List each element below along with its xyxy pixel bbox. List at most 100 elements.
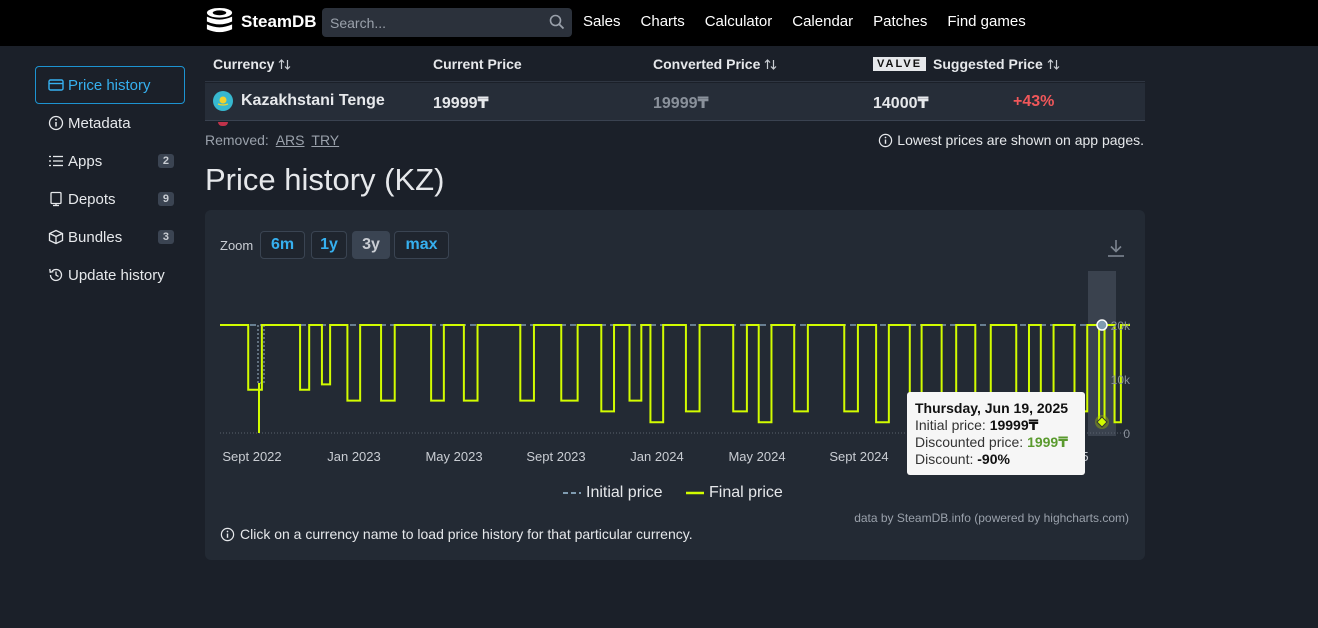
x-tick-label: May 2023 (425, 449, 482, 464)
current-price-cell: 19999₸ (433, 95, 489, 112)
nav-patches[interactable]: Patches (873, 13, 927, 30)
sidebar-item-label: Bundles (68, 228, 123, 246)
card-icon (48, 79, 64, 91)
x-tick-label: Sept 2023 (526, 449, 585, 464)
sidebar-item-depots[interactable]: Depots 9 (35, 180, 185, 218)
removed-currencies: Removed: ARS TRY (205, 132, 339, 148)
tooltip-value: -90% (977, 451, 1010, 467)
price-table: Currency Current Price Converted Price V… (205, 46, 1145, 126)
search-input[interactable] (322, 8, 572, 37)
kazakhstan-flag-icon (213, 91, 233, 111)
drive-icon (50, 191, 62, 207)
sidebar-item-apps[interactable]: Apps 2 (35, 142, 185, 180)
sidebar-item-price-history[interactable]: Price history (35, 66, 185, 104)
valve-logo: VALVE (873, 57, 927, 71)
lowest-note-text: Lowest prices are shown on app pages. (897, 132, 1144, 148)
box-icon (48, 229, 64, 245)
info-icon (220, 527, 235, 541)
top-navbar: SteamDB Sales Charts Calculator Calendar… (0, 0, 1318, 46)
count-badge: 3 (157, 230, 174, 244)
x-tick-label: Sept 2024 (829, 449, 888, 464)
legend-initial-price[interactable]: Initial price (563, 484, 662, 502)
x-tick-label: May 2024 (728, 449, 785, 464)
tooltip-value: 19999₸ (989, 417, 1039, 433)
count-badge: 9 (157, 192, 174, 206)
sort-icon (279, 58, 291, 70)
price-chart[interactable]: 0 10k 20k Sept 2022 Jan 2023 May 2023 Sept 202… (205, 210, 1145, 560)
history-icon (49, 268, 63, 282)
brand-name: SteamDB (241, 11, 317, 31)
tooltip-date: Thursday, Jun 19, 2025 (915, 400, 1069, 416)
x-tick-label: Jan 2024 (630, 449, 684, 464)
legend-final-price[interactable]: Final price (686, 484, 783, 502)
legend-label: Initial price (586, 484, 663, 501)
x-tick-label: Jan 2023 (327, 449, 381, 464)
header-label: Converted Price (653, 56, 761, 72)
sidebar-item-label: Price history (68, 76, 151, 94)
header-suggested-price[interactable]: VALVE Suggested Price (873, 56, 1060, 72)
nav-find-games[interactable]: Find games (947, 13, 1025, 30)
header-currency[interactable]: Currency (213, 56, 291, 72)
sidebar-item-bundles[interactable]: Bundles 3 (35, 218, 185, 256)
removed-currency-link[interactable]: ARS (276, 132, 305, 148)
price-diff-cell: +43% (1013, 93, 1055, 110)
nav-calculator[interactable]: Calculator (705, 13, 773, 30)
steamdb-logo-icon (206, 7, 233, 33)
sidebar-item-update-history[interactable]: Update history (35, 256, 185, 294)
currency-name[interactable]: Kazakhstani Tenge (241, 92, 385, 110)
sort-icon (764, 58, 777, 70)
solid-line-icon (686, 491, 704, 495)
list-icon (49, 155, 63, 167)
steamdb-logo[interactable]: SteamDB (204, 6, 317, 37)
nav-calendar[interactable]: Calendar (792, 13, 853, 30)
sidebar-item-label: Metadata (68, 114, 131, 132)
header-converted-price[interactable]: Converted Price (653, 56, 777, 72)
y-tick-label: 20k (1111, 319, 1131, 333)
tooltip-discounted: Discounted price: 1999₸ (915, 434, 1077, 451)
legend-label: Final price (709, 484, 783, 501)
info-icon (879, 133, 893, 147)
header-current-price[interactable]: Current Price (433, 56, 522, 72)
chart-tooltip: Thursday, Jun 19, 2025 Initial price: 19… (907, 392, 1085, 475)
tooltip-initial: Initial price: 19999₸ (915, 417, 1077, 434)
table-row[interactable]: Kazakhstani Tenge 19999₸ 19999₸ 14000₸ +… (205, 83, 1145, 121)
removed-label: Removed: (205, 132, 269, 148)
chart-credit[interactable]: data by SteamDB.info (powered by highcha… (854, 511, 1129, 525)
search-icon[interactable] (549, 14, 565, 30)
table-header: Currency Current Price Converted Price V… (205, 46, 1145, 82)
converted-price-cell: 19999₸ (653, 95, 709, 112)
count-badge: 2 (157, 154, 174, 168)
sidebar-item-label: Depots (68, 190, 116, 208)
suggested-price-cell: 14000₸ (873, 95, 929, 112)
tooltip-label: Discount: (915, 451, 974, 467)
sidebar-item-label: Apps (68, 152, 103, 170)
tooltip-label: Discounted price: (915, 434, 1024, 450)
dashed-line-icon (563, 492, 581, 494)
header-label: Currency (213, 56, 275, 72)
hover-band (1088, 271, 1116, 436)
header-label: Current Price (433, 56, 522, 72)
info-icon (48, 115, 64, 131)
tooltip-value: 1999₸ (1027, 434, 1068, 450)
sidebar: Price history Metadata Apps 2 Depots 9 B… (35, 66, 185, 294)
nav-charts[interactable]: Charts (641, 13, 685, 30)
sidebar-item-label: Update history (68, 266, 165, 284)
tooltip-discount: Discount: -90% (915, 451, 1077, 468)
sort-icon (1047, 58, 1060, 70)
removed-currency-link[interactable]: TRY (311, 132, 339, 148)
initial-price-marker (1096, 319, 1108, 331)
currency-cell[interactable]: Kazakhstani Tenge (213, 91, 385, 111)
help-note-text: Click on a currency name to load price h… (240, 526, 693, 542)
search-box (322, 8, 572, 37)
currency-help-note: Click on a currency name to load price h… (220, 526, 693, 542)
header-label: Suggested Price (933, 56, 1043, 72)
tooltip-label: Initial price: (915, 417, 986, 433)
main-nav: Sales Charts Calculator Calendar Patches… (583, 13, 1046, 30)
next-row-flag-icon (218, 122, 228, 126)
lowest-prices-note: Lowest prices are shown on app pages. (878, 132, 1144, 148)
nav-sales[interactable]: Sales (583, 13, 621, 30)
y-tick-label: 0 (1123, 427, 1130, 441)
sidebar-item-metadata[interactable]: Metadata (35, 104, 185, 142)
y-tick-label: 10k (1111, 373, 1131, 387)
x-tick-label: Sept 2022 (222, 449, 281, 464)
